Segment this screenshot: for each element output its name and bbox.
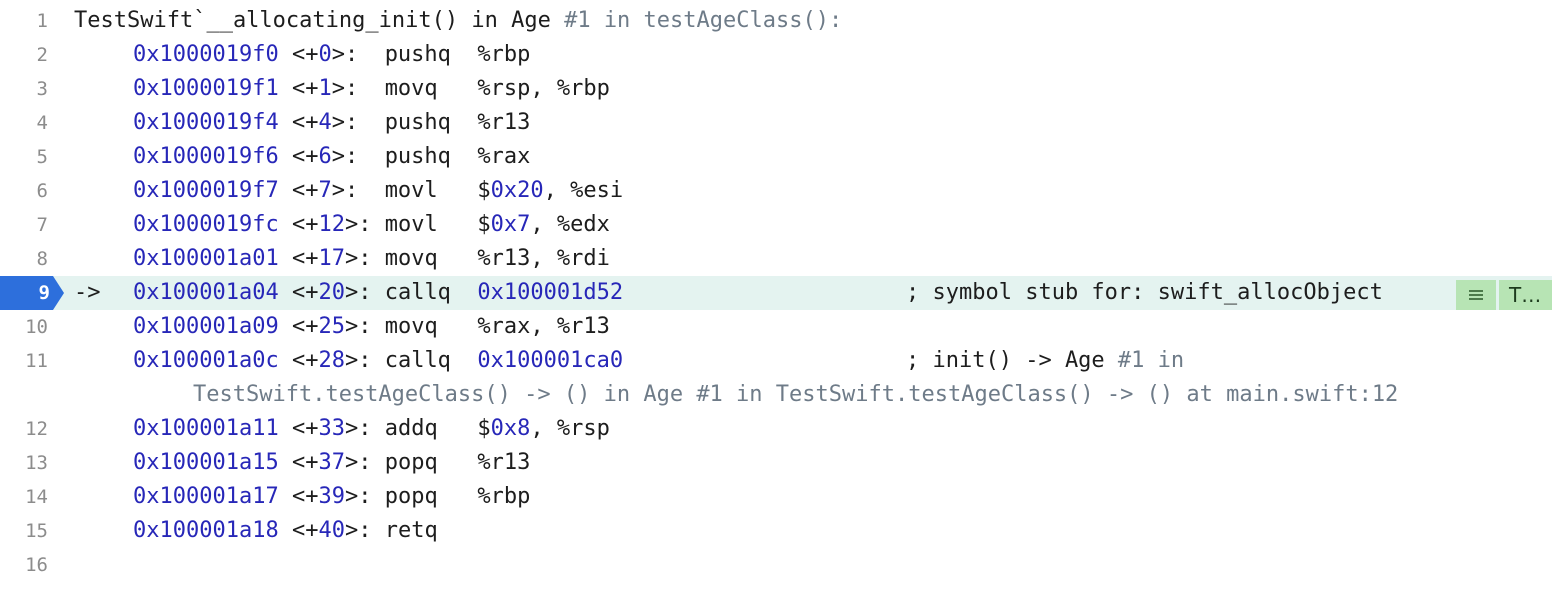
line-number[interactable]: 13 xyxy=(0,446,62,480)
instruction: 0x1000019f0 <+0>: pushq %rbp xyxy=(133,42,531,67)
line-number[interactable]: 14 xyxy=(0,480,62,514)
line-number[interactable]: 2 xyxy=(0,38,62,72)
line-number[interactable]: 16 xyxy=(0,548,62,582)
instruction: 0x100001a0c <+28>: callq 0x100001ca0 xyxy=(133,348,624,373)
line-number[interactable]: 9 xyxy=(0,276,50,310)
code-line: 8 0x100001a01 <+17>: movq %r13, %rdi xyxy=(0,242,1552,276)
line-number[interactable]: 6 xyxy=(0,174,62,208)
instruction: 0x100001a04 <+20>: callq 0x100001d52 xyxy=(133,280,624,305)
line-number[interactable]: 7 xyxy=(0,208,62,242)
current-instruction-line: 9 -> 0x100001a04 <+20>: callq 0x100001d5… xyxy=(0,276,1552,310)
code-line: 14 0x100001a17 <+39>: popq %rbp xyxy=(0,480,1552,514)
instruction: 0x1000019f4 <+4>: pushq %r13 xyxy=(133,110,531,135)
line-number[interactable]: 11 xyxy=(0,344,62,378)
code-line: 12 0x100001a11 <+33>: addq $0x8, %rsp xyxy=(0,412,1552,446)
code-line: 15 0x100001a18 <+40>: retq xyxy=(0,514,1552,548)
instruction: 0x1000019f7 <+7>: movl $0x20, %esi xyxy=(133,178,624,203)
thread-annotation-badge[interactable]: T… xyxy=(1499,280,1552,310)
instruction: 0x100001a11 <+33>: addq $0x8, %rsp xyxy=(133,416,610,441)
line-number[interactable]: 3 xyxy=(0,72,62,106)
instruction: 0x100001a09 <+25>: movq %rax, %r13 xyxy=(133,314,610,339)
code-line: 16 xyxy=(0,548,1552,582)
line-number[interactable]: 10 xyxy=(0,310,62,344)
line-number[interactable]: 12 xyxy=(0,412,62,446)
code-line: 4 0x1000019f4 <+4>: pushq %r13 xyxy=(0,106,1552,140)
instruction-comment-continuation: TestSwift.testAgeClass() -> () in Age #1… xyxy=(193,382,1399,407)
annotation-list-icon[interactable] xyxy=(1456,280,1496,310)
line-number[interactable]: 1 xyxy=(0,4,62,38)
code-line: 7 0x1000019fc <+12>: movl $0x7, %edx xyxy=(0,208,1552,242)
disassembly-editor[interactable]: 1 TestSwift`__allocating_init() in Age #… xyxy=(0,0,1552,594)
function-header: TestSwift`__allocating_init() in Age #1 … xyxy=(74,8,843,33)
instruction: 0x1000019fc <+12>: movl $0x7, %edx xyxy=(133,212,610,237)
code-line: 2 0x1000019f0 <+0>: pushq %rbp xyxy=(0,38,1552,72)
instruction: 0x100001a18 <+40>: retq xyxy=(133,518,438,543)
code-line: 13 0x100001a15 <+37>: popq %r13 xyxy=(0,446,1552,480)
instruction-comment: ; symbol stub for: swift_allocObject xyxy=(906,280,1383,305)
instruction: 0x1000019f6 <+6>: pushq %rax xyxy=(133,144,531,169)
code-line: 3 0x1000019f1 <+1>: movq %rsp, %rbp xyxy=(0,72,1552,106)
code-line: 10 0x100001a09 <+25>: movq %rax, %r13 xyxy=(0,310,1552,344)
line-number[interactable]: 4 xyxy=(0,106,62,140)
instruction: 0x100001a01 <+17>: movq %r13, %rdi xyxy=(133,246,610,271)
code-line: 11 0x100001a0c <+28>: callq 0x100001ca0 … xyxy=(0,344,1552,412)
instruction: 0x100001a17 <+39>: popq %rbp xyxy=(133,484,531,509)
instruction-comment: ; init() -> Age #1 in xyxy=(906,348,1185,373)
instruction: 0x1000019f1 <+1>: movq %rsp, %rbp xyxy=(133,76,610,101)
line-number[interactable]: 5 xyxy=(0,140,62,174)
code-line: 6 0x1000019f7 <+7>: movl $0x20, %esi xyxy=(0,174,1552,208)
code-line: 1 TestSwift`__allocating_init() in Age #… xyxy=(0,4,1552,38)
pc-arrow-icon: -> xyxy=(74,280,101,305)
code-line: 5 0x1000019f6 <+6>: pushq %rax xyxy=(0,140,1552,174)
instruction: 0x100001a15 <+37>: popq %r13 xyxy=(133,450,531,475)
line-number[interactable]: 8 xyxy=(0,242,62,276)
line-number[interactable]: 15 xyxy=(0,514,62,548)
